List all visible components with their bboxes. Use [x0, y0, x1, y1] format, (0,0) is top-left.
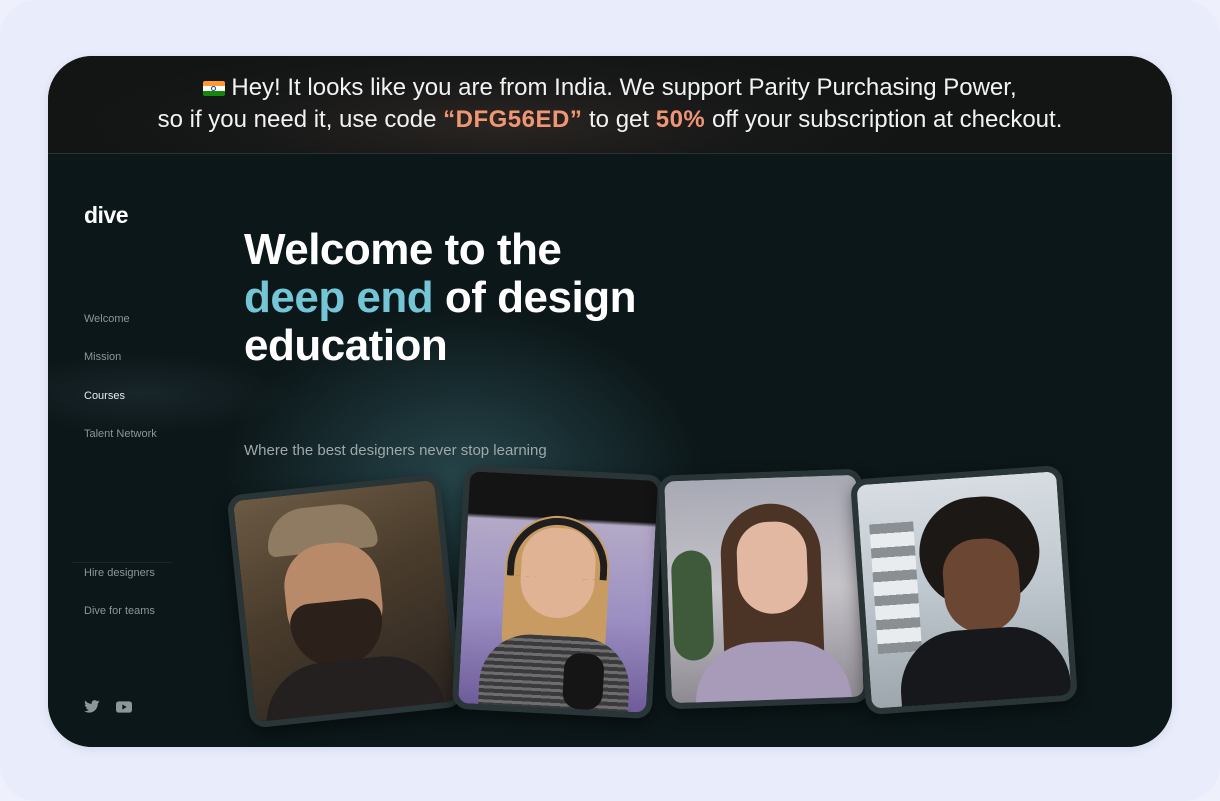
twitter-icon[interactable] [84, 700, 100, 718]
instructor-video-card-3[interactable] [657, 468, 871, 710]
banner-line-2: so if you need it, use code “DFG56ED” to… [48, 104, 1172, 136]
nav-item-welcome[interactable]: Welcome [84, 313, 130, 325]
face-shape [735, 520, 809, 615]
microphone-shape [561, 652, 605, 711]
hero-subtitle: Where the best designers never stop lear… [244, 442, 547, 459]
hero-title: Welcome to the deep end of design educat… [244, 226, 636, 370]
nav-item-dive-for-teams[interactable]: Dive for teams [84, 605, 155, 617]
shelf-shape [869, 521, 923, 655]
banner-text-2c: off your subscription at checkout. [711, 106, 1063, 133]
banner-line-1: Hey! It looks like you are from India. W… [48, 72, 1172, 104]
instructor-video-card-1[interactable] [226, 473, 464, 729]
hero-title-line-2: of design [444, 273, 637, 322]
youtube-icon[interactable] [116, 700, 132, 718]
nav-divider [72, 562, 172, 563]
nav-item-talent-network[interactable]: Talent Network [84, 428, 157, 440]
banner-text-1: Hey! It looks like you are from India. W… [231, 74, 1017, 101]
hero-title-accent: deep end [244, 273, 434, 322]
nav-item-courses[interactable]: Courses [84, 390, 125, 402]
hero-title-line-1: Welcome to the [244, 225, 562, 274]
discount-code: “DFG56ED” [443, 106, 583, 133]
main-area: dive Welcome Mission Courses Talent Netw… [48, 154, 1172, 747]
ppp-banner: Hey! It looks like you are from India. W… [48, 56, 1172, 154]
nav-item-mission[interactable]: Mission [84, 351, 121, 363]
banner-text-2a: so if you need it, use code [157, 106, 437, 133]
hero-title-line-3: education [244, 321, 448, 370]
app-window: Hey! It looks like you are from India. W… [48, 56, 1172, 747]
banner-text-2b: to get [589, 106, 650, 133]
dive-logo[interactable]: dive [84, 202, 129, 229]
discount-percent: 50% [655, 106, 706, 133]
india-flag-icon [203, 81, 226, 96]
instructor-video-card-4[interactable] [850, 464, 1078, 716]
nav-item-hire-designers[interactable]: Hire designers [84, 567, 155, 579]
instructor-video-card-2[interactable] [451, 464, 665, 720]
plant-shape [670, 549, 715, 662]
